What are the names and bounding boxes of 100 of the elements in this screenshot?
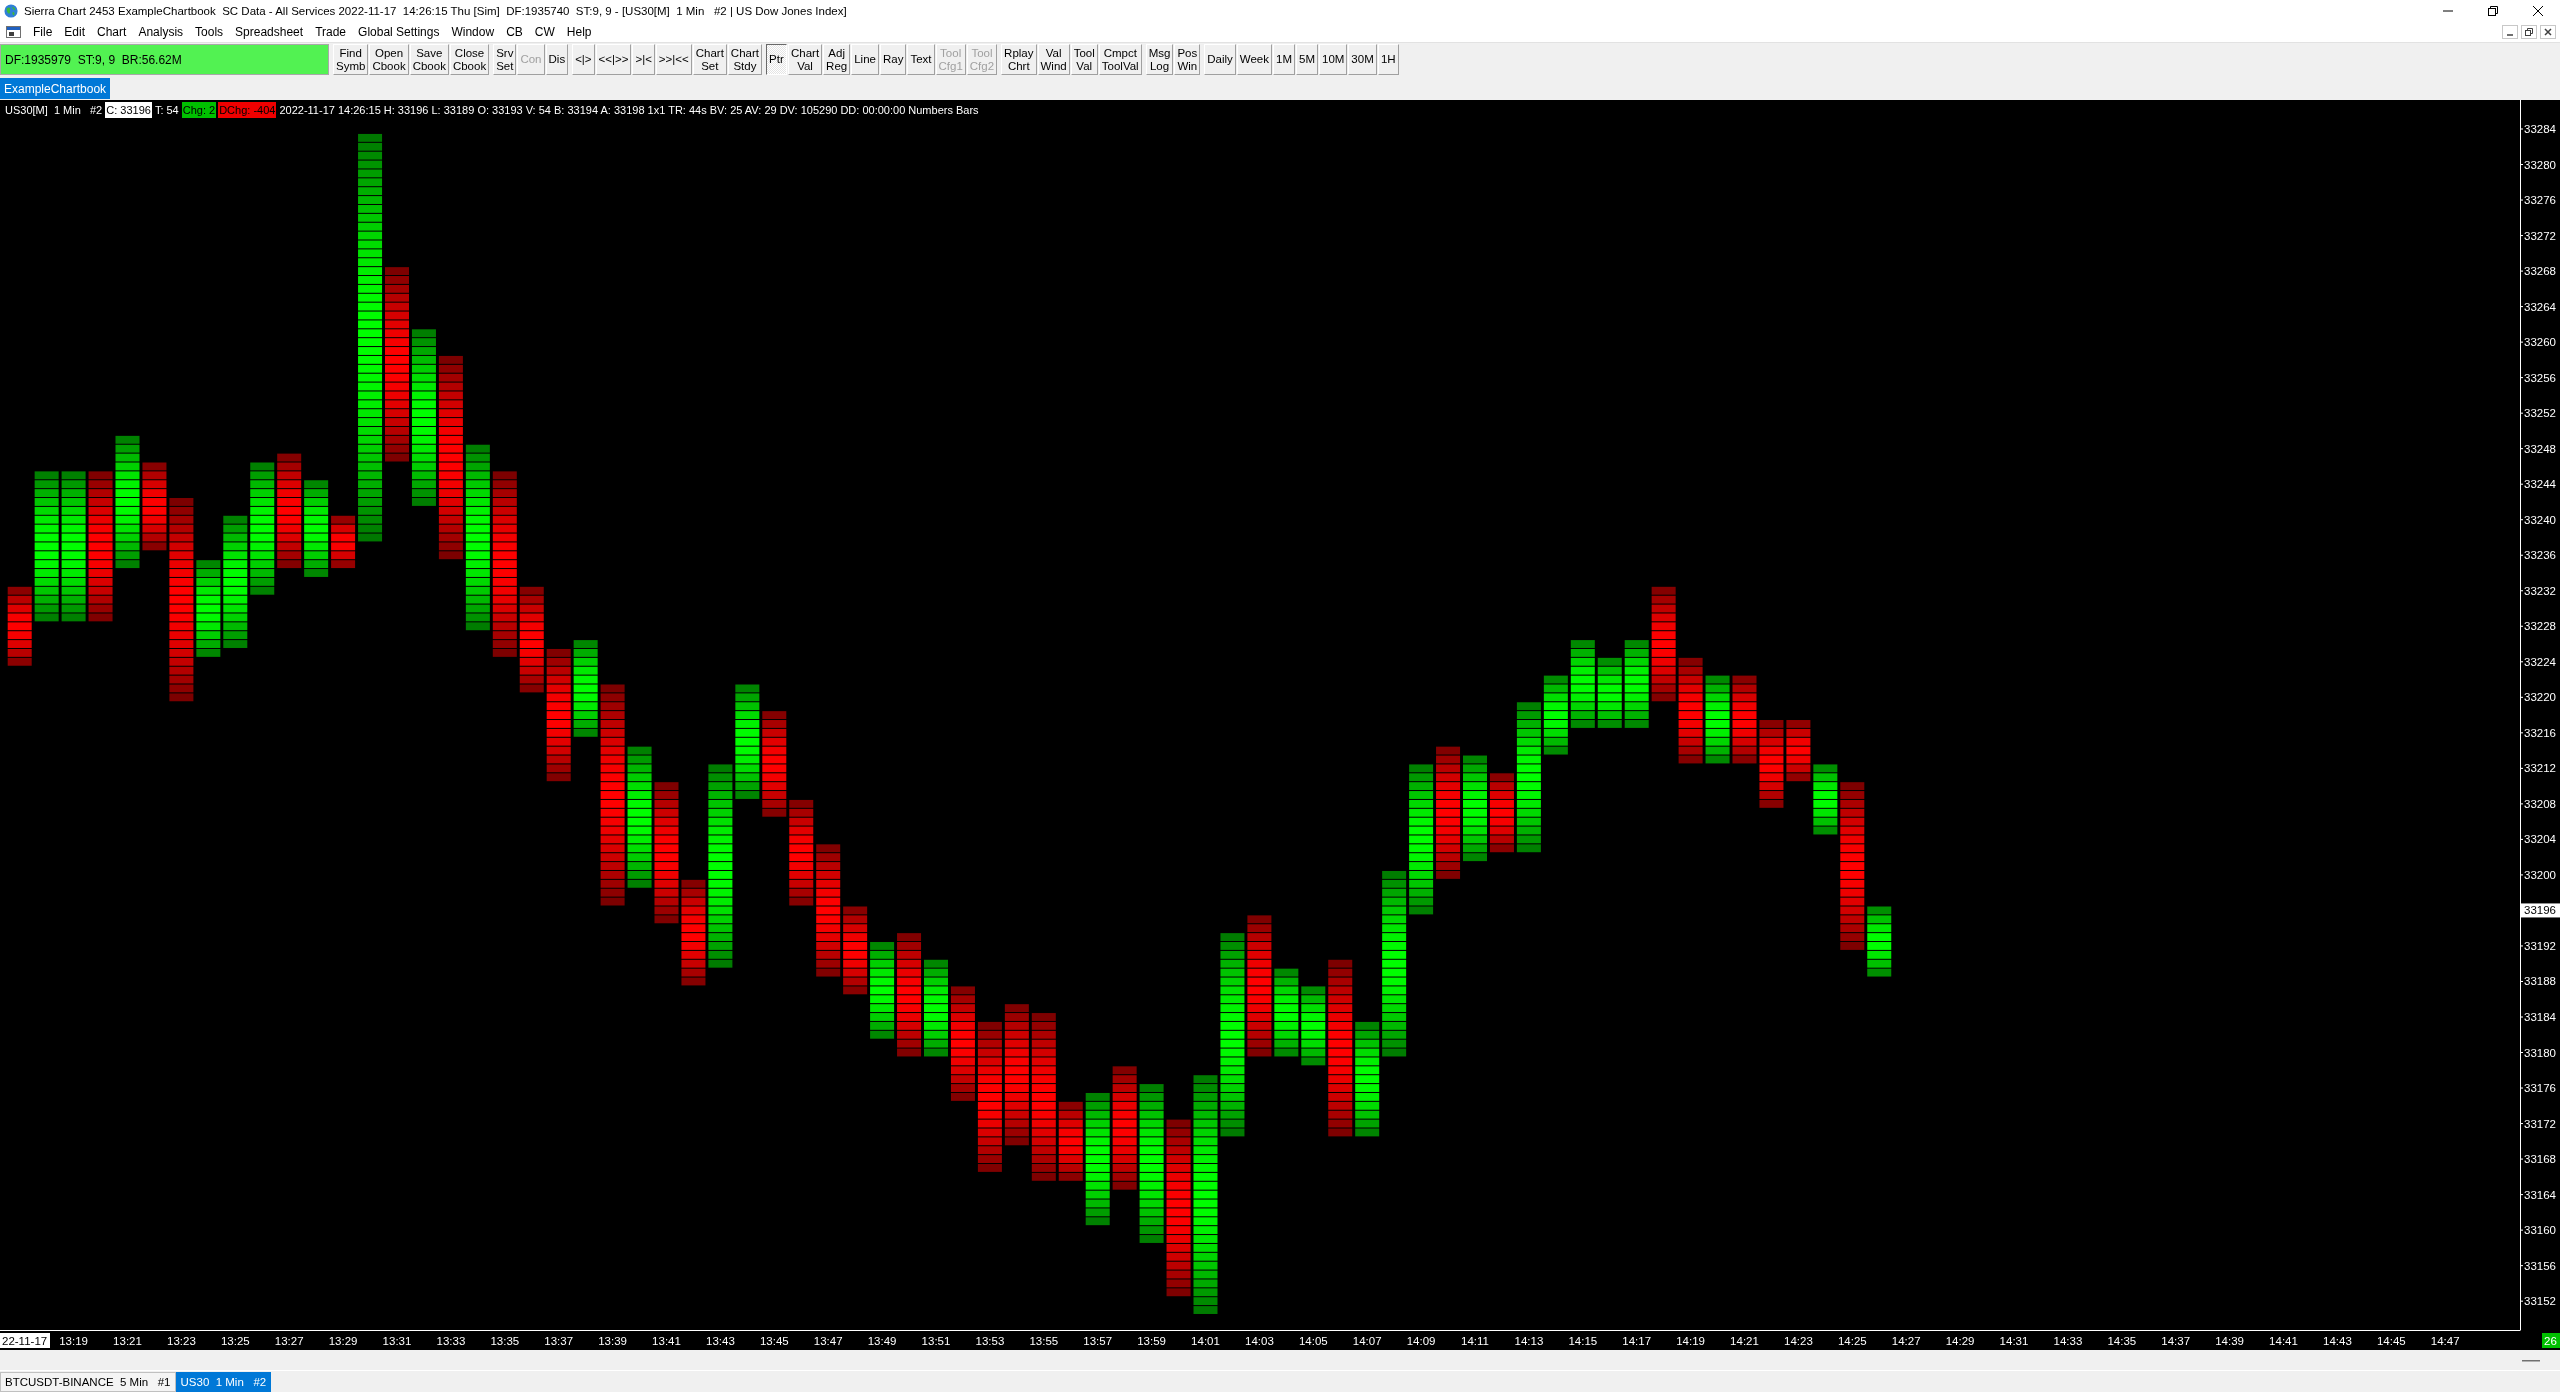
toolbar-button[interactable]: 30M [1348,44,1377,75]
price-axis-label: 33212 [2524,762,2556,775]
toolbar-button[interactable]: Val Wind [1037,44,1070,75]
toolbar-button[interactable]: Tool Val [1070,44,1098,75]
globe-icon [4,4,18,18]
numbers-bar [1786,720,1811,782]
price-axis-label: 33260 [2524,336,2556,349]
time-axis-label: 14:43 [2323,1335,2352,1347]
time-axis-label: 13:37 [544,1335,574,1347]
toolbar-button[interactable]: <|> [572,44,595,75]
price-axis-label: 33156 [2524,1259,2556,1272]
window-icon [6,26,21,38]
chart-info-text: 2022-11-17 14:26:15 H: 33196 L: 33189 O: 33193 V: 54 B: 33194 A: 33198 1x1 TR: 44s BV: 25 AV: 29 DV: 105290 DD: 00:00:00 Numbers Bars [278,102,980,118]
price-axis-label: 33180 [2524,1046,2556,1059]
toolbar-button[interactable]: <<|>> [595,44,632,75]
time-axis-label: 14:21 [1730,1335,1759,1347]
time-axis-label: 13:47 [813,1335,843,1347]
price-axis-label: 33248 [2524,442,2556,455]
toolbar-button[interactable]: 5M [1296,44,1318,75]
menu-item[interactable]: CB [500,23,529,41]
toolbar-button[interactable]: Find Symb [333,44,369,75]
time-axis-label: 14:45 [2376,1335,2406,1347]
toolbar-button[interactable]: Text [907,44,935,75]
toolbar-button[interactable]: Srv Set [493,44,517,75]
close-button[interactable] [2540,25,2556,39]
time-axis-label: 14:33 [2053,1335,2083,1347]
price-axis-label: 33256 [2524,371,2556,384]
menu-item[interactable]: Window [445,23,501,41]
toolbar-button[interactable]: Msg Log [1145,44,1174,75]
time-axis-label: 13:19 [59,1335,88,1347]
price-axis-label: 33244 [2524,478,2556,491]
time-axis-label: 13:25 [220,1335,250,1347]
menu-item[interactable]: Edit [58,23,92,41]
minimize-button[interactable] [2502,25,2518,39]
price-axis-label: 33280 [2524,158,2556,171]
price-axis-label: 33276 [2524,194,2556,207]
toolbar-button[interactable]: Dis [545,44,569,75]
toolbar-button[interactable]: Pos Win [1174,44,1201,75]
chart-info-text: T: 54 [153,102,180,118]
restore-button[interactable] [2521,25,2537,39]
time-axis-label: 13:49 [867,1335,897,1347]
window-title: Sierra Chart 2453 ExampleChartbook SC Data - All Services 2022-11-17 14:26:15 Thu [Sim] DF:1935740 ST:9, 9 - [US30[M] 1 Min #2 | US Dow Jones Index] [24,5,847,17]
menu-item[interactable]: Analysis [132,23,190,41]
price-axis-label: 33236 [2524,549,2556,562]
time-axis-label: 13:57 [1083,1335,1113,1347]
price-axis-label: 33184 [2524,1011,2556,1023]
time-axis-label: 13:45 [759,1335,789,1347]
menu-item[interactable]: Tools [189,23,230,41]
time-axis-label: 14:19 [1676,1335,1705,1347]
toolbar-button[interactable]: 1H [1377,44,1399,75]
toolbar-button[interactable]: Daily [1204,44,1236,75]
toolbar-button[interactable]: Week [1236,44,1272,75]
toolbar-button[interactable]: >>|<< [655,44,692,75]
time-axis-label: 13:59 [1137,1335,1166,1347]
time-axis-label: 13:33 [436,1335,466,1347]
toolbar-button[interactable]: Open Cbook [369,44,409,75]
menu-item[interactable]: Global Settings [352,23,446,41]
toolbar-button[interactable]: Chart Val [787,44,823,75]
last-price-label: 33196 [2521,903,2560,918]
toolbar-button[interactable]: Chart Set [692,44,727,75]
time-axis-label: 14:15 [1568,1335,1598,1347]
chart-info-text: Chg: 2 [181,101,217,118]
menu-item[interactable]: Help [560,23,598,41]
chart-tab[interactable]: BTCUSDT-BINANCE 5 Min #1 [0,1372,176,1392]
toolbar-button[interactable]: Ptr [765,44,787,75]
menu-item[interactable]: Chart [91,23,133,41]
chart-tab[interactable]: US30 1 Min #2 [175,1372,272,1392]
toolbar-button[interactable]: Rplay Chrt [1001,44,1037,75]
price-axis-label: 33152 [2524,1295,2556,1308]
price-axis-label: 33216 [2524,726,2556,739]
price-axis-label: 33220 [2524,691,2556,704]
toolbar-button[interactable]: Chart Stdy [727,44,762,75]
toolbar-button[interactable]: Line [851,44,879,75]
menu-item[interactable]: Trade [309,23,353,41]
price-axis-label: 33200 [2524,868,2556,881]
toolbar-button[interactable]: Adj Reg [823,44,851,75]
restore-icon [2487,6,2498,16]
chart-info-text: C: 33196 [105,101,152,118]
price-axis-label: 33192 [2524,939,2556,952]
toolbar-button[interactable]: >|< [632,44,655,75]
time-axis-label: 14:27 [1891,1335,1921,1347]
toolbar-button[interactable]: 10M [1319,44,1348,75]
menu-item[interactable]: File [27,23,59,41]
time-axis-label: 14:13 [1514,1335,1544,1347]
chartbook-tab[interactable]: ExampleChartbook [0,78,111,99]
time-axis-label: 14:47 [2430,1335,2460,1347]
toolbar-button[interactable]: Cmpct ToolVal [1098,44,1142,75]
toolbar-button[interactable]: Ray [879,44,907,75]
menu-item[interactable]: Spreadsheet [229,23,310,41]
toolbar-button[interactable]: 1M [1273,44,1295,75]
numbers-bar [331,515,356,569]
time-axis-label: 14:11 [1461,1335,1489,1347]
toolbar-button[interactable]: Save Cbook [409,44,449,75]
time-axis-label: 13:39 [598,1335,627,1347]
time-axis-label: 14:03 [1245,1335,1274,1347]
toolbar-button[interactable]: Close Cbook [449,44,490,75]
price-axis-label: 33240 [2524,513,2556,526]
time-axis-label: 13:41 [652,1335,681,1347]
menu-item[interactable]: CW [528,23,561,41]
time-axis-label: 14:25 [1837,1335,1867,1347]
